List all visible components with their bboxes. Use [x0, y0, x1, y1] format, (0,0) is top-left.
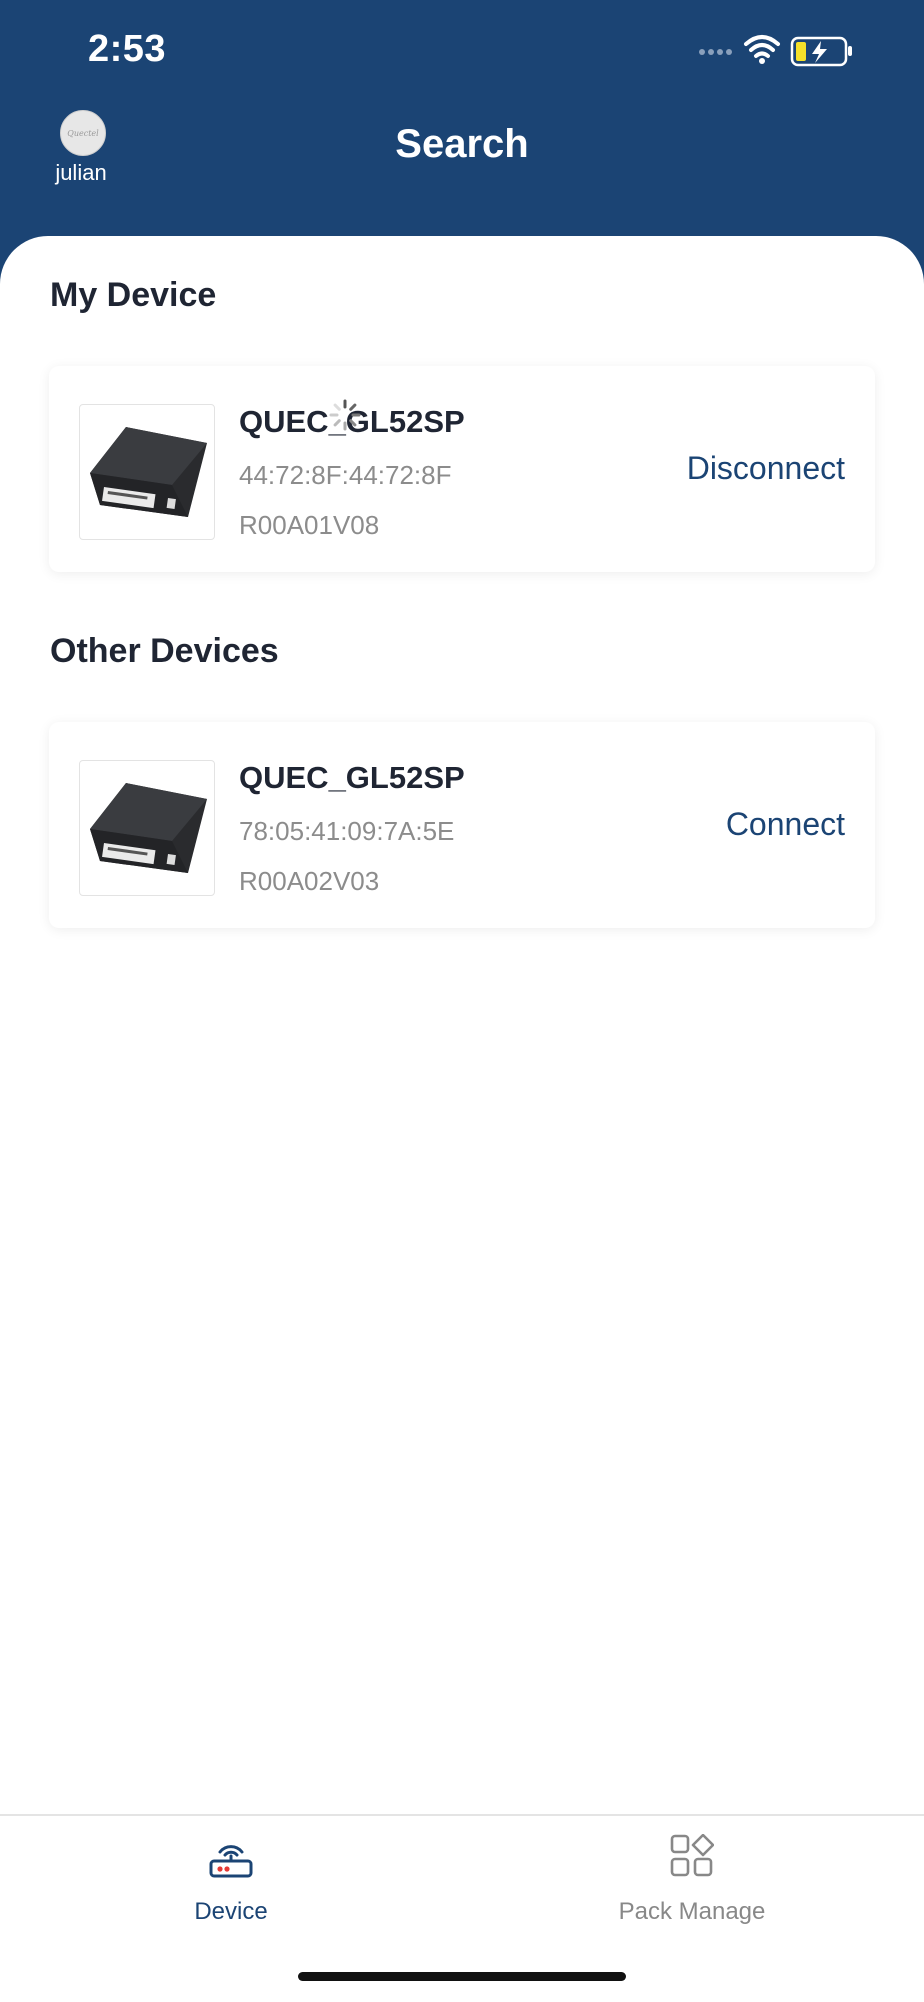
device-mac: 44:72:8F:44:72:8F	[239, 460, 452, 490]
device-version: R00A01V08	[239, 510, 380, 540]
page-title: Search	[395, 122, 529, 166]
tab-pack-manage-label: Pack Manage	[618, 1898, 766, 1925]
device-version: R00A02V03	[239, 866, 380, 896]
tab-device-label: Device	[194, 1898, 268, 1925]
my-device-card[interactable]: QUEC_GL52SP 44:72:8F:44:72:8F R00A01V08 …	[49, 366, 875, 572]
other-device-card[interactable]: QUEC_GL52SP 78:05:41:09:7A:5E R00A02V03 …	[49, 722, 875, 928]
apps-grid-icon	[670, 1834, 714, 1877]
status-icons	[699, 35, 852, 67]
my-device-heading: My Device	[50, 276, 217, 314]
tab-device[interactable]: Device	[111, 1834, 351, 1944]
loading-spinner-icon	[329, 399, 361, 431]
status-time: 2:53	[88, 28, 167, 70]
signal-dots-icon	[699, 49, 732, 55]
device-thumbnail	[79, 404, 215, 540]
disconnect-button[interactable]: Disconnect	[687, 450, 845, 487]
device-box-icon	[90, 783, 207, 873]
tab-pack-manage[interactable]: Pack Manage	[572, 1834, 812, 1944]
battery-charging-icon	[790, 36, 852, 67]
connect-button[interactable]: Connect	[726, 806, 845, 843]
device-thumbnail	[79, 760, 215, 896]
router-icon	[209, 1845, 253, 1878]
home-indicator	[298, 1972, 626, 1981]
main-content: My Device QUEC_GL52SP 44:72:8F:44:72:8F …	[0, 236, 924, 1814]
device-mac: 78:05:41:09:7A:5E	[239, 816, 455, 846]
device-name: QUEC_GL52SP	[239, 760, 465, 795]
wifi-dot	[759, 58, 765, 64]
device-box-icon	[90, 427, 207, 517]
other-devices-heading: Other Devices	[50, 632, 279, 670]
wifi-icon	[744, 35, 780, 58]
